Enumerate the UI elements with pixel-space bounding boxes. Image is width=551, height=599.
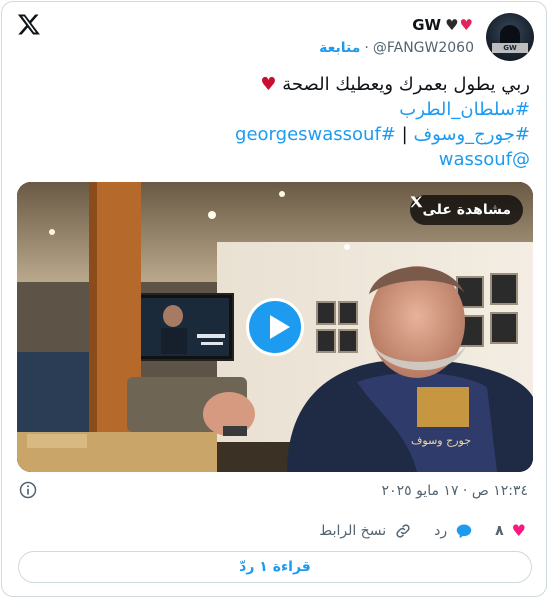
author-name-row: GW ♥♥ [412,16,474,34]
tweet-actions: ♥ ٨ رد نسخ الرابط [319,521,526,540]
like-count: ٨ [495,522,504,539]
tweet-line-1: ربي يطول بعمرك ويعطيك الصحة ♥ [20,72,530,97]
info-icon[interactable] [18,480,38,500]
hashtag-link-ar[interactable]: #جورج_وسوف [413,124,530,145]
follow-button[interactable]: متابعة [319,40,360,56]
towel-text: جورج وسوف [411,434,471,447]
red-heart-icon: ♥ [260,74,277,95]
tweet-body-text: ربي يطول بعمرك ويعطيك الصحة [282,74,530,95]
reply-label: رد [434,522,448,539]
separator-dot: · [364,40,369,56]
copy-link-label: نسخ الرابط [319,522,387,539]
watch-on-x-label: مشاهدة على [422,202,511,218]
read-replies-button[interactable]: قراءة ١ ردّ [18,551,532,583]
watch-on-x-button[interactable]: مشاهدة على [410,195,523,225]
author-handle-row: متابعة · @FANGW2060 [319,40,474,56]
tweet-timestamp[interactable]: ١٢:٣٤ ص · ١٧ مايو ٢٠٢٥ [382,483,528,499]
tweet-card: GW GW ♥♥ متابعة · @FANGW2060 ربي يطول بع… [1,1,547,597]
avatar[interactable]: GW [486,13,534,61]
x-logo-icon [410,196,423,208]
reply-bubble-icon [455,523,473,539]
mention-link[interactable]: @wassouf [439,149,530,170]
like-button[interactable]: ♥ ٨ [495,521,526,540]
tweet-line-3: #جورج_وسوف | #georgeswassouf [20,122,530,147]
avatar-tag: GW [492,43,528,53]
tweet-line-2: #سلطان_الطرب [20,97,530,122]
x-logo-icon[interactable] [17,12,41,36]
heart-icon: ♥ [511,521,526,540]
copy-link-button[interactable]: نسخ الرابط [319,522,412,540]
author-display-name[interactable]: GW [412,16,441,34]
hashtag-separator: | [401,124,408,145]
reply-button[interactable]: رد [434,523,473,539]
link-icon [394,522,412,540]
hashtag-link[interactable]: #سلطان_الطرب [399,99,530,120]
video-media[interactable]: جورج وسوف مشاهدة على [17,182,533,472]
tweet-line-4: @wassouf [20,147,530,172]
play-button-icon[interactable] [246,298,304,356]
author-handle[interactable]: @FANGW2060 [373,40,474,56]
hashtag-link-en[interactable]: #georgeswassouf [235,124,396,145]
tweet-text: ربي يطول بعمرك ويعطيك الصحة ♥ #سلطان_الط… [20,72,530,172]
hearts-emoji-icon: ♥♥ [445,16,474,34]
